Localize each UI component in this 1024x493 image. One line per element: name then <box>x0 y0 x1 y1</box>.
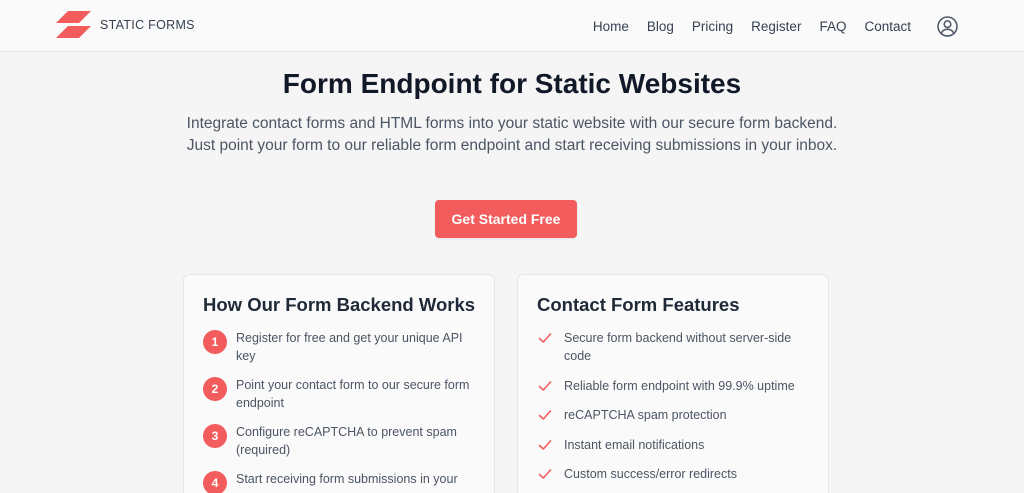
features-card: Contact Form Features Secure form backen… <box>517 274 829 493</box>
hero-subtitle: Integrate contact forms and HTML forms i… <box>186 115 838 154</box>
feature-text: Secure form backend without server-side … <box>564 331 792 363</box>
page-title: Form Endpoint for Static Websites <box>282 68 742 99</box>
get-started-button[interactable]: Get Started Free <box>435 200 577 238</box>
features-list: Secure form backend without server-side … <box>538 329 813 493</box>
features-title: Contact Form Features <box>537 294 740 315</box>
step-text: Register for free and get your unique AP… <box>236 331 463 363</box>
list-item: Instant email notifications <box>538 436 813 454</box>
list-item: 3 Configure reCAPTCHA to prevent spam (r… <box>203 423 483 459</box>
step-number-badge: 2 <box>203 377 227 401</box>
user-circle-icon[interactable] <box>937 15 958 37</box>
navbar: STATIC FORMS Home Blog Pricing Register … <box>0 0 1024 52</box>
nav-blog[interactable]: Blog <box>647 19 674 34</box>
list-item: Reliable form endpoint with 99.9% uptime <box>538 377 813 395</box>
list-item: Custom success/error redirects <box>538 465 813 483</box>
list-item: 2 Point your contact form to our secure … <box>203 376 483 412</box>
logo-icon <box>56 11 91 38</box>
brand-name: STATIC FORMS <box>100 18 195 32</box>
main-nav: Home Blog Pricing Register FAQ Contact <box>593 0 958 52</box>
nav-home[interactable]: Home <box>593 19 629 34</box>
step-text: Point your contact form to our secure fo… <box>236 378 470 410</box>
step-text: Start receiving form submissions in your <box>236 472 458 486</box>
how-it-works-title: How Our Form Backend Works <box>203 294 476 315</box>
nav-faq[interactable]: FAQ <box>819 19 846 34</box>
feature-text: Custom success/error redirects <box>564 467 737 481</box>
feature-text: Instant email notifications <box>564 437 705 452</box>
how-it-works-card: How Our Form Backend Works 1 Register fo… <box>183 274 495 493</box>
nav-register[interactable]: Register <box>751 19 801 34</box>
check-icon <box>538 469 552 479</box>
steps-list: 1 Register for free and get your unique … <box>203 329 483 493</box>
check-icon <box>538 380 552 391</box>
check-icon <box>538 410 552 420</box>
step-text: Configure reCAPTCHA to prevent spam (req… <box>236 425 457 457</box>
step-number-badge: 1 <box>203 330 227 354</box>
step-number-badge: 4 <box>203 471 227 493</box>
check-icon <box>538 439 552 450</box>
nav-pricing[interactable]: Pricing <box>692 19 733 34</box>
list-item: 1 Register for free and get your unique … <box>203 329 483 365</box>
check-icon <box>538 333 552 343</box>
brand-logo[interactable]: STATIC FORMS <box>55 11 195 39</box>
feature-text: reCAPTCHA spam protection <box>564 408 727 422</box>
nav-contact[interactable]: Contact <box>864 19 911 34</box>
list-item: reCAPTCHA spam protection <box>538 406 813 424</box>
step-number-badge: 3 <box>203 424 227 448</box>
feature-text: Reliable form endpoint with 99.9% uptime <box>564 378 795 393</box>
list-item: Secure form backend without server-side … <box>538 329 813 365</box>
list-item: 4 Start receiving form submissions in yo… <box>203 470 483 493</box>
